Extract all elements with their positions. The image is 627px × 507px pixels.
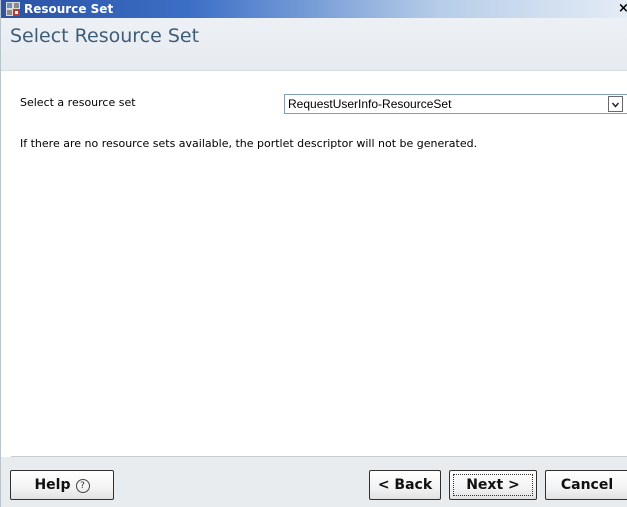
back-button-label: < Back <box>377 477 433 493</box>
chevron-down-icon[interactable] <box>608 96 623 112</box>
chevron-down-glyph <box>611 102 620 108</box>
resource-set-selected-value: RequestUserInfo-ResourceSet <box>288 97 452 111</box>
page-title: Select Resource Set <box>10 25 200 47</box>
resource-set-select[interactable]: RequestUserInfo-ResourceSet <box>284 94 627 114</box>
next-button[interactable]: Next > <box>449 470 537 500</box>
focus-ring <box>453 474 533 496</box>
resource-set-label: Select a resource set <box>20 96 136 109</box>
back-button[interactable]: < Back <box>369 470 441 500</box>
title-bar[interactable]: Resource Set × <box>1 0 627 18</box>
header-divider <box>1 70 627 71</box>
close-icon[interactable]: × <box>618 1 627 17</box>
help-button-label: Help <box>34 477 71 493</box>
cancel-button-label: Cancel <box>560 477 614 493</box>
resource-set-dialog: Resource Set × Select Resource Set Selec… <box>0 0 627 507</box>
cancel-button[interactable]: Cancel <box>545 470 627 500</box>
help-button[interactable]: Help? <box>10 470 114 500</box>
resource-set-app-icon <box>6 2 20 16</box>
question-circle-icon: ? <box>75 479 90 493</box>
window-title: Resource Set <box>24 2 114 16</box>
info-message: If there are no resource sets available,… <box>20 137 478 150</box>
